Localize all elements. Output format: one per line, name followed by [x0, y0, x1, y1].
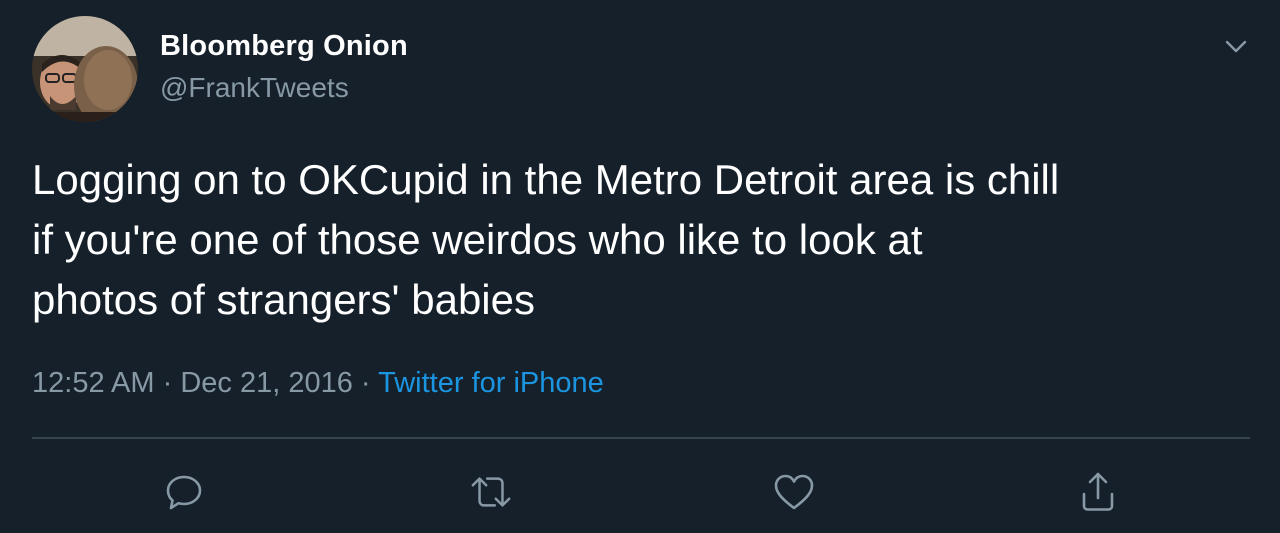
reply-icon [166, 475, 202, 510]
tweet-menu-button[interactable] [1222, 34, 1250, 58]
tweet-meta: 12:52 AM · Dec 21, 2016 · Twitter for iP… [32, 367, 604, 400]
divider [32, 437, 1250, 439]
heart-icon [774, 474, 814, 510]
reply-button[interactable] [162, 470, 206, 514]
avatar[interactable] [32, 16, 138, 122]
author-handle[interactable]: @FrankTweets [160, 72, 349, 104]
share-icon [1082, 472, 1114, 511]
tweet-time[interactable]: 12:52 AM [32, 367, 155, 399]
tweet-date[interactable]: Dec 21, 2016 [180, 367, 353, 399]
share-button[interactable] [1076, 470, 1120, 514]
retweet-button[interactable] [469, 470, 513, 514]
chevron-down-icon [1225, 40, 1247, 53]
avatar-photo [32, 16, 138, 122]
like-button[interactable] [772, 470, 816, 514]
meta-separator: · [360, 367, 371, 399]
retweet-icon [471, 477, 511, 507]
author-name[interactable]: Bloomberg Onion [160, 30, 408, 63]
meta-separator: · [162, 367, 173, 399]
tweet-text: Logging on to OKCupid in the Metro Detro… [32, 156, 1060, 323]
tweet-source-link[interactable]: Twitter for iPhone [378, 367, 604, 399]
